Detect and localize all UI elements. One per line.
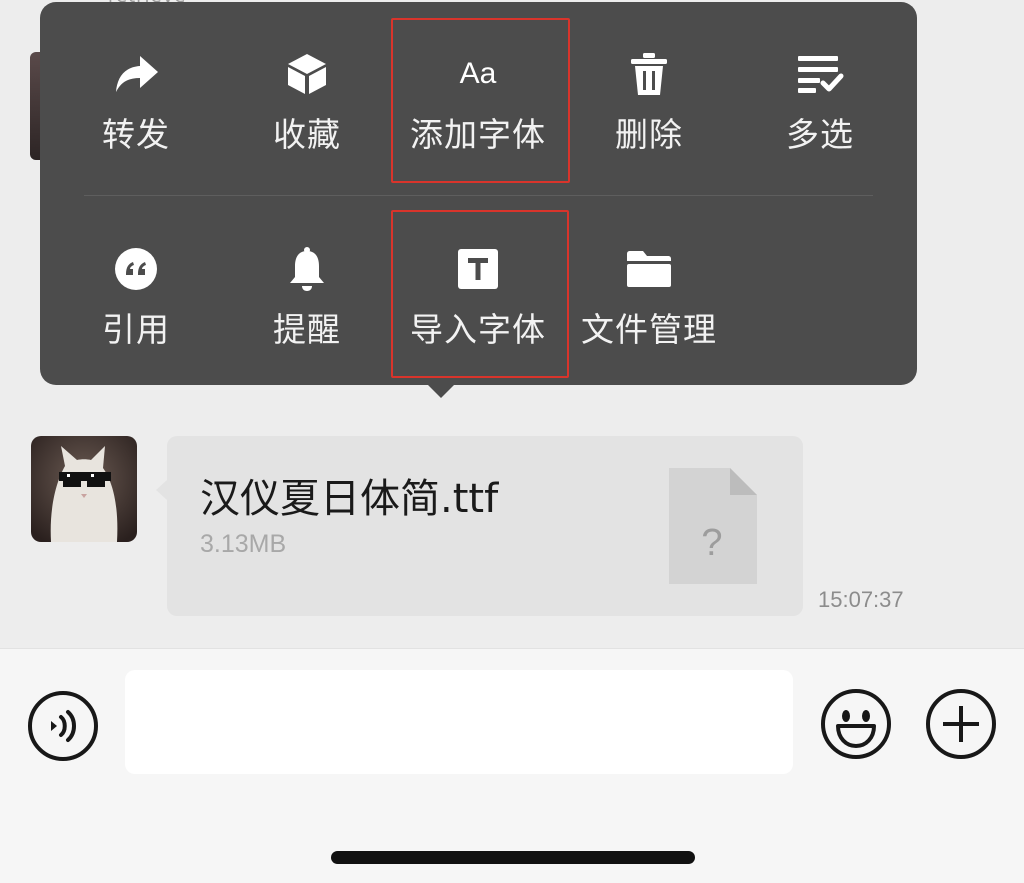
font-aa-glyph: Aa bbox=[459, 57, 497, 90]
file-icon-glyph: ? bbox=[701, 522, 722, 564]
menu-pointer-arrow bbox=[425, 382, 457, 398]
message-timestamp: 15:07:37 bbox=[818, 587, 904, 612]
folder-icon bbox=[623, 243, 675, 295]
menu-item-file-manager[interactable]: 文件管理 bbox=[563, 197, 735, 357]
file-size: 3.13MB bbox=[200, 530, 287, 558]
menu-item-quote[interactable]: 引用 bbox=[50, 197, 222, 357]
home-indicator[interactable] bbox=[331, 851, 695, 864]
menu-item-favorite[interactable]: 收藏 bbox=[221, 2, 393, 162]
message-input[interactable] bbox=[125, 670, 793, 774]
menu-item-label: 提醒 bbox=[273, 310, 341, 349]
menu-item-multi-select[interactable]: 多选 bbox=[734, 2, 906, 162]
context-menu: 转发 收藏 Aa 添加字体 删除 多选 引用 提醒 导入字体 文件管理 bbox=[40, 2, 917, 385]
menu-item-forward[interactable]: 转发 bbox=[50, 2, 222, 162]
file-name: 汉仪夏日体简.ttf bbox=[200, 476, 499, 522]
menu-item-label: 文件管理 bbox=[581, 310, 717, 349]
more-button[interactable] bbox=[925, 688, 997, 760]
menu-item-label: 添加字体 bbox=[410, 115, 546, 154]
chat-screen: retrieve 转发 收藏 Aa 添加字体 bbox=[0, 0, 1024, 883]
unknown-file-icon: ? bbox=[668, 467, 758, 585]
avatar[interactable] bbox=[31, 436, 137, 542]
menu-item-label: 引用 bbox=[102, 310, 170, 349]
bell-icon bbox=[281, 243, 333, 295]
menu-item-delete[interactable]: 删除 bbox=[563, 2, 735, 162]
menu-divider bbox=[84, 195, 873, 196]
menu-item-remind[interactable]: 提醒 bbox=[221, 197, 393, 357]
bubble-tail bbox=[156, 480, 167, 500]
smiley-icon bbox=[821, 689, 891, 759]
share-arrow-icon bbox=[110, 48, 162, 100]
menu-item-label: 收藏 bbox=[273, 115, 341, 154]
menu-item-import-font[interactable]: 导入字体 bbox=[392, 197, 564, 357]
voice-button[interactable] bbox=[27, 690, 99, 762]
font-aa-icon: Aa bbox=[452, 48, 504, 100]
trash-icon bbox=[623, 48, 675, 100]
cube-icon bbox=[281, 48, 333, 100]
text-t-icon bbox=[452, 243, 504, 295]
voice-icon bbox=[28, 691, 98, 761]
menu-item-label: 导入字体 bbox=[410, 310, 546, 349]
quote-icon bbox=[110, 243, 162, 295]
menu-item-add-font[interactable]: Aa 添加字体 bbox=[392, 2, 564, 162]
menu-item-label: 删除 bbox=[615, 115, 683, 154]
emoji-button[interactable] bbox=[820, 688, 892, 760]
menu-item-label: 转发 bbox=[102, 115, 170, 154]
menu-item-label: 多选 bbox=[786, 115, 854, 154]
plus-icon bbox=[926, 689, 996, 759]
multi-select-icon bbox=[794, 48, 846, 100]
